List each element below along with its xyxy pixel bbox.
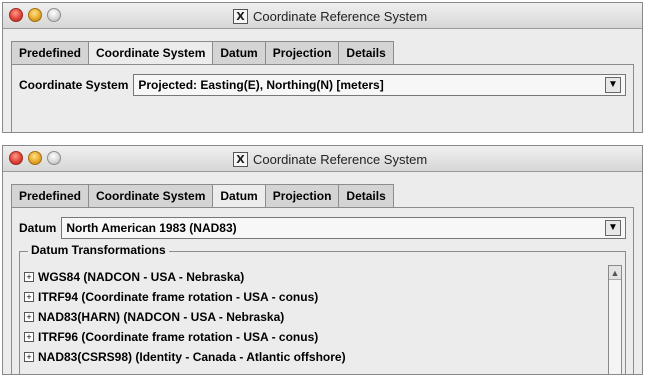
coordinate-system-value: Projected: Easting(E), Northing(N) [mete… [138,78,384,92]
tab-details[interactable]: Details [338,41,394,65]
tree-item-label: NAD83(CSRS98) (Identity - Canada - Atlan… [38,350,346,364]
datum-transformations-title: Datum Transformations [28,243,169,257]
close-button[interactable] [9,8,23,22]
tree-item[interactable]: + WGS84 (NADCON - USA - Nebraska) [24,267,601,287]
window-title-text: Coordinate Reference System [253,8,428,24]
title-bar[interactable]: X Coordinate Reference System [3,146,642,172]
tab-datum[interactable]: Datum [212,41,265,65]
x11-icon: X [233,8,248,24]
coordinate-system-select[interactable]: Projected: Easting(E), Northing(N) [mete… [133,74,626,96]
datum-row: Datum North American 1983 (NAD83) ▼ [19,217,626,239]
datum-transformations-group: Datum Transformations + WGS84 (NADCON - … [19,243,626,374]
vertical-scrollbar[interactable]: ▲ [608,265,622,374]
window-title-text: Coordinate Reference System [253,151,428,167]
tree-item-label: ITRF94 (Coordinate frame rotation - USA … [38,290,319,304]
tab-coordinate-system[interactable]: Coordinate System [88,41,213,65]
zoom-button[interactable] [47,8,61,22]
close-button[interactable] [9,151,23,165]
x11-icon: X [233,151,248,167]
title-bar[interactable]: X Coordinate Reference System [3,3,642,29]
window-controls [9,8,61,22]
datum-value: North American 1983 (NAD83) [66,221,237,235]
chevron-down-icon[interactable]: ▼ [605,77,621,93]
coordinate-system-label: Coordinate System [19,78,129,92]
tree-item[interactable]: + NAD83(CSRS98) (Identity - Canada - Atl… [24,347,601,367]
window-title: X Coordinate Reference System [233,8,427,24]
tab-coordinate-system[interactable]: Coordinate System [88,184,213,208]
tab-panel-datum: Datum North American 1983 (NAD83) ▼ Datu… [11,207,634,374]
tab-details[interactable]: Details [338,184,394,208]
tree-item[interactable]: + ITRF96 (Coordinate frame rotation - US… [24,327,601,347]
chevron-down-icon[interactable]: ▼ [605,220,621,236]
expand-icon[interactable]: + [24,292,34,302]
tab-datum[interactable]: Datum [212,184,265,208]
tree-item-label: ITRF96 (Coordinate frame rotation - USA … [38,330,319,344]
tab-predefined[interactable]: Predefined [11,41,89,65]
expand-icon[interactable]: + [24,272,34,282]
zoom-button[interactable] [47,151,61,165]
crs-window-datum: X Coordinate Reference System Predefined… [2,145,643,375]
window-title: X Coordinate Reference System [233,151,427,167]
tab-bar: Predefined Coordinate System Datum Proje… [11,184,394,208]
datum-label: Datum [19,221,57,235]
expand-icon[interactable]: + [24,332,34,342]
datum-select[interactable]: North American 1983 (NAD83) ▼ [61,217,626,239]
tab-projection[interactable]: Projection [264,41,339,65]
tab-bar: Predefined Coordinate System Datum Proje… [11,41,394,65]
scroll-up-icon[interactable]: ▲ [609,266,621,280]
datum-transformations-tree: + WGS84 (NADCON - USA - Nebraska) + ITRF… [24,267,601,367]
window-controls [9,151,61,165]
tree-item[interactable]: + ITRF94 (Coordinate frame rotation - US… [24,287,601,307]
tab-predefined[interactable]: Predefined [11,184,89,208]
tab-projection[interactable]: Projection [264,184,339,208]
tree-item-label: NAD83(HARN) (NADCON - USA - Nebraska) [38,310,285,324]
minimize-button[interactable] [28,151,42,165]
expand-icon[interactable]: + [24,312,34,322]
minimize-button[interactable] [28,8,42,22]
tab-panel-coordinate-system: Coordinate System Projected: Easting(E),… [11,64,634,132]
expand-icon[interactable]: + [24,352,34,362]
tree-item[interactable]: + NAD83(HARN) (NADCON - USA - Nebraska) [24,307,601,327]
tree-item-label: WGS84 (NADCON - USA - Nebraska) [38,270,245,284]
crs-window-coordinate-system: X Coordinate Reference System Predefined… [2,2,643,133]
coordinate-system-row: Coordinate System Projected: Easting(E),… [19,74,626,96]
